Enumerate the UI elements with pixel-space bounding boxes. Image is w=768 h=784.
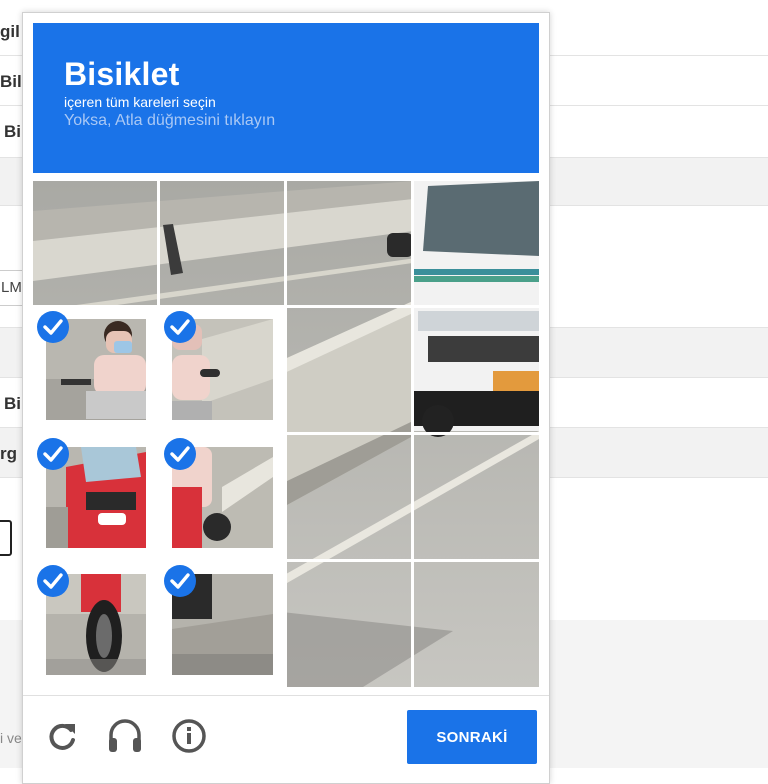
captcha-title: Bisiklet bbox=[64, 56, 180, 92]
captcha-tile-8[interactable] bbox=[414, 308, 539, 432]
captcha-instruction: içeren tüm kareleri seçin bbox=[64, 94, 216, 110]
captcha-challenge: Bisiklet içeren tüm kareleri seçin Yoksa… bbox=[22, 12, 550, 784]
tile-9-checkmark-icon bbox=[37, 438, 69, 470]
bg-label-4: Bi bbox=[4, 394, 21, 413]
bg-input-field[interactable]: LM bbox=[0, 270, 24, 306]
captcha-tile-1[interactable] bbox=[33, 181, 157, 305]
audio-icon[interactable] bbox=[105, 716, 145, 756]
captcha-tile-4[interactable] bbox=[414, 181, 539, 305]
next-button[interactable]: SONRAKİ bbox=[407, 710, 537, 764]
bg-label-3: Bi bbox=[4, 122, 21, 141]
bg-label-5: rg bbox=[0, 444, 17, 463]
captcha-tile-16[interactable] bbox=[414, 562, 539, 687]
bg-footer-text: i ve bbox=[0, 730, 22, 746]
captcha-tile-3[interactable] bbox=[287, 181, 411, 305]
tile-5-checkmark-icon bbox=[37, 311, 69, 343]
bg-label-1: gil bbox=[0, 22, 20, 41]
captcha-header: Bisiklet içeren tüm kareleri seçin Yoksa… bbox=[33, 23, 539, 173]
captcha-tile-12[interactable] bbox=[414, 435, 539, 559]
captcha-tile-2[interactable] bbox=[160, 181, 284, 305]
captcha-tile-15[interactable] bbox=[287, 562, 411, 687]
info-icon[interactable] bbox=[169, 716, 209, 756]
captcha-tile-7[interactable] bbox=[287, 308, 411, 432]
tile-13-checkmark-icon bbox=[37, 565, 69, 597]
footer-divider bbox=[23, 695, 549, 696]
captcha-hint: Yoksa, Atla düğmesini tıklayın bbox=[64, 112, 276, 129]
captcha-tile-11[interactable] bbox=[287, 435, 411, 559]
reload-icon[interactable] bbox=[43, 716, 83, 756]
tile-14-checkmark-icon bbox=[164, 565, 196, 597]
bg-checkbox[interactable] bbox=[0, 520, 12, 556]
tile-6-checkmark-icon bbox=[164, 311, 196, 343]
tile-10-checkmark-icon bbox=[164, 438, 196, 470]
captcha-image-grid bbox=[33, 181, 539, 687]
